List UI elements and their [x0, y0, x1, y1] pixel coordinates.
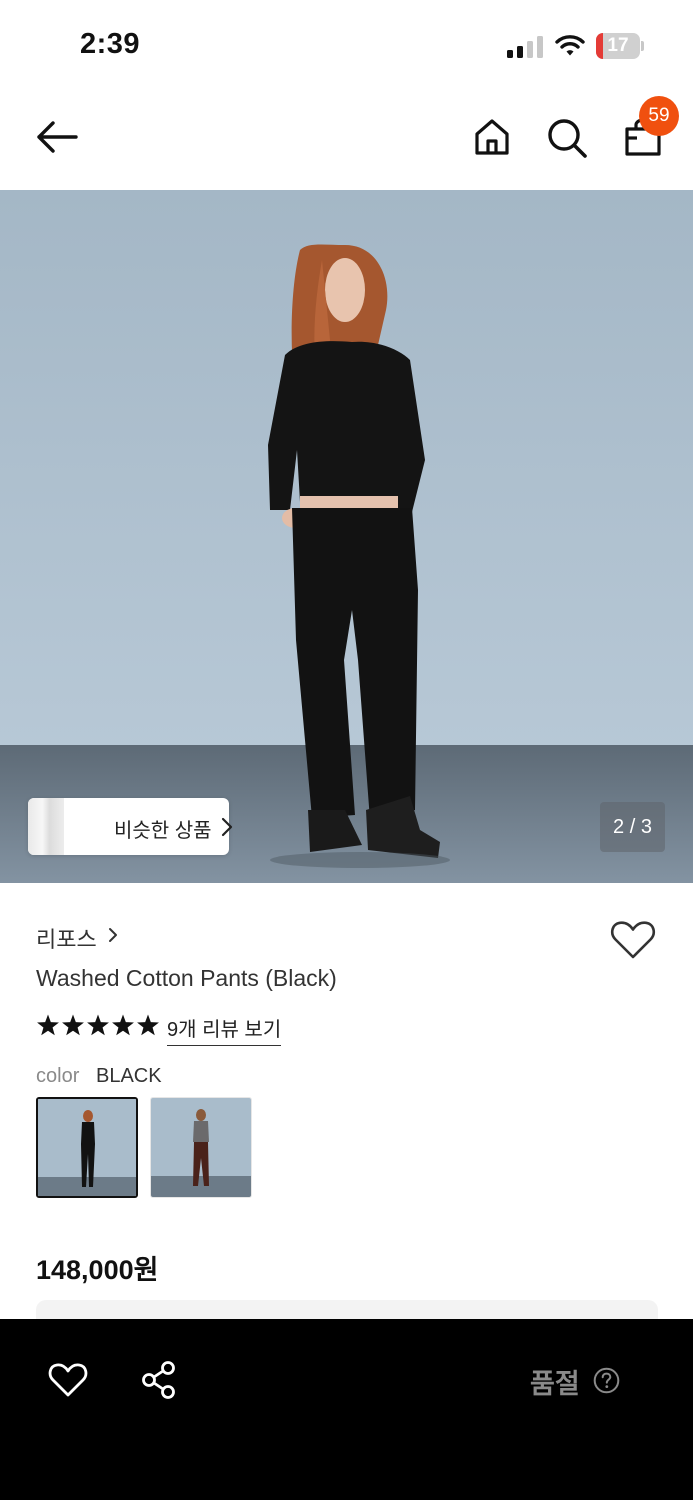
cart-count-badge: 59: [639, 96, 679, 136]
star-icon: [87, 1014, 109, 1036]
arrow-left-icon[interactable]: [34, 117, 80, 157]
product-title: Washed Cotton Pants (Black): [36, 965, 337, 991]
question-circle-icon[interactable]: [593, 1367, 620, 1394]
review-link[interactable]: 9개 리뷰 보기: [167, 1013, 282, 1046]
color-label: color: [36, 1065, 80, 1087]
similar-products-label: 비슷한 상품: [114, 820, 212, 842]
star-icon: [112, 1014, 134, 1036]
star-icon: [37, 1014, 59, 1036]
signal-strength-icon: [507, 34, 543, 58]
color-value: BLACK: [96, 1065, 162, 1087]
top-nav-bar: [0, 92, 693, 190]
share-icon[interactable]: [140, 1360, 178, 1400]
product-price: 148,000원: [36, 1255, 159, 1285]
sold-out-label: 품절: [530, 1369, 580, 1399]
star-icon: [137, 1014, 159, 1036]
similar-products-thumbnail: [28, 798, 64, 855]
search-icon[interactable]: [546, 117, 588, 159]
battery-icon: 17: [596, 33, 644, 59]
product-image[interactable]: [0, 190, 693, 883]
heart-outline-icon[interactable]: [610, 920, 656, 960]
star-rating-icon: [37, 1014, 159, 1036]
color-swatch-brown[interactable]: [150, 1097, 252, 1198]
chevron-right-icon: [221, 817, 233, 837]
home-icon[interactable]: [472, 117, 512, 157]
status-time: 2:39: [80, 28, 141, 60]
image-page-indicator: 2 / 3: [600, 802, 665, 852]
wifi-icon: [555, 35, 585, 56]
battery-level: 17: [607, 35, 629, 56]
brand-chevron-icon: [109, 928, 117, 942]
similar-products-button[interactable]: 비슷한 상품: [28, 798, 233, 855]
heart-outline-icon[interactable]: [48, 1362, 88, 1398]
brand-link[interactable]: 리포스: [36, 922, 97, 954]
bottom-action-bar: [0, 1319, 693, 1500]
star-icon: [62, 1014, 84, 1036]
status-bar: 2:39 17: [0, 0, 693, 92]
color-swatch-black[interactable]: [36, 1097, 138, 1198]
